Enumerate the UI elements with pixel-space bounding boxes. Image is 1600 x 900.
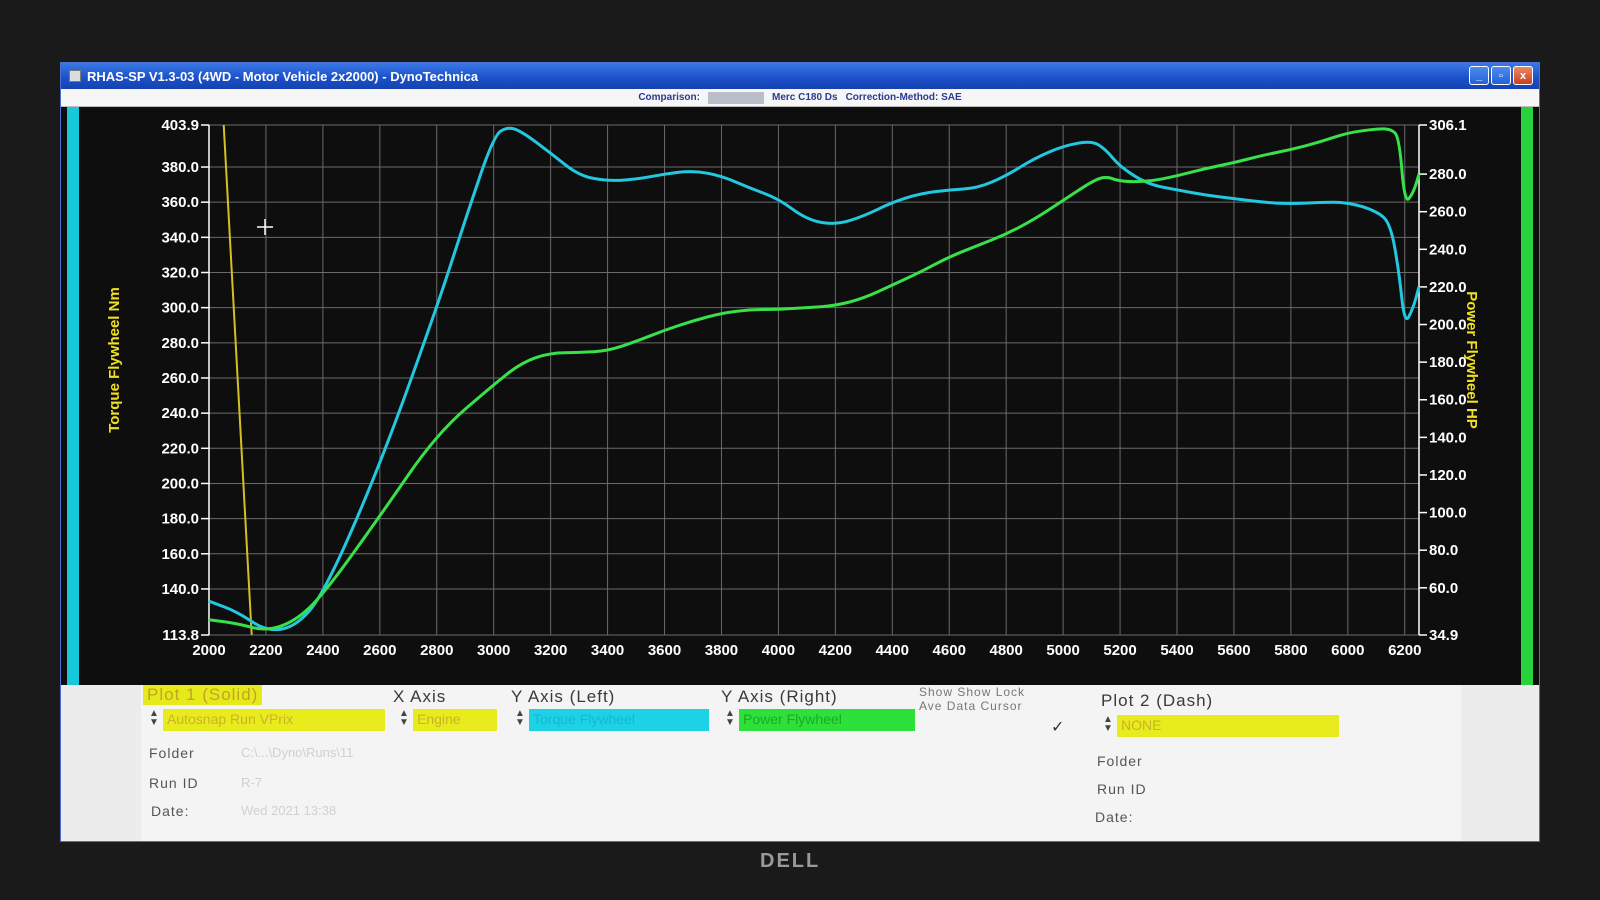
y-right-tick-label: 80.0 [1429, 542, 1458, 559]
y-right-tick-label: 180.0 [1429, 354, 1467, 371]
x-tick-label: 4400 [876, 642, 909, 659]
x-tick-label: 2400 [306, 642, 339, 659]
y-left-tick-label: 140.0 [161, 581, 199, 598]
x-tick-label: 4000 [762, 642, 795, 659]
plot2-runid-label: Run ID [1097, 781, 1147, 797]
dyno-chart[interactable]: 2000 2200 2400 2600 2800 3000 3200 3400 3600 3800… [61, 107, 1539, 685]
y-right-tick-label: 160.0 [1429, 392, 1467, 409]
chart-svg[interactable]: 2000 2200 2400 2600 2800 3000 3200 3400 3600 3800… [61, 107, 1540, 685]
y-axis-right-spinner[interactable]: ▲ ▼ [725, 709, 735, 728]
x-tick-label: 4800 [989, 642, 1022, 659]
y-right-axis-label: Power Flywheel HP [1463, 291, 1480, 429]
plot1-runid-label: Run ID [149, 775, 199, 791]
y-axis-left-header: Y Axis (Left) [511, 687, 616, 706]
y-axis-left-spinner[interactable]: ▲ ▼ [515, 709, 525, 728]
y-left-tick-label: 360.0 [161, 194, 199, 211]
maximize-button[interactable]: ▫ [1491, 66, 1511, 85]
plot1-folder-value: C:\...\Dyno\Runs\11 [241, 745, 354, 760]
y-left-tick-label: 320.0 [161, 264, 199, 281]
x-tick-label: 3000 [477, 642, 510, 659]
plot2-folder-label: Folder [1097, 753, 1143, 769]
plot1-runid-value: R-7 [241, 775, 262, 790]
show-options-line1: Show Show Lock [919, 685, 1026, 699]
y-left-tick-label: 180.0 [161, 511, 199, 528]
y-left-tick-label: 260.0 [161, 370, 199, 387]
y-left-axis-label: Torque Flywheel Nm [106, 287, 123, 433]
plot1-header: Plot 1 (Solid) [143, 685, 263, 705]
x-tick-label: 5400 [1160, 642, 1193, 659]
plot1-folder-label: Folder [149, 745, 195, 761]
x-tick-label: 4600 [933, 642, 966, 659]
plot2-field[interactable]: NONE [1117, 715, 1339, 737]
app-icon [69, 70, 81, 82]
plot2-header: Plot 2 (Dash) [1101, 691, 1214, 710]
y-left-tick-label: 403.9 [161, 117, 199, 134]
dyno-window: RHAS-SP V1.3-03 (4WD - Motor Vehicle 2x2… [60, 62, 1540, 842]
plot1-source-field[interactable]: Autosnap Run VPrix [163, 709, 385, 731]
y-left-tick-label: 113.8 [162, 627, 199, 644]
y-left-tick-label: 300.0 [161, 300, 199, 317]
y-axis-right-header: Y Axis (Right) [721, 687, 838, 706]
close-button[interactable]: x [1513, 66, 1533, 85]
x-tick-label: 5600 [1217, 642, 1250, 659]
x-tick-label: 6200 [1388, 642, 1421, 659]
x-axis-header: X Axis [393, 687, 447, 706]
x-tick-label: 4200 [819, 642, 852, 659]
y-right-tick-label: 34.9 [1429, 627, 1458, 644]
y-right-tick-label: 100.0 [1429, 505, 1467, 522]
window-controls: _ ▫ x [1469, 66, 1533, 85]
plot1-date-value: Wed 2021 13:38 [241, 803, 337, 818]
x-tick-label: 3600 [648, 642, 681, 659]
window-title: RHAS-SP V1.3-03 (4WD - Motor Vehicle 2x2… [87, 68, 479, 84]
y-right-tick-label: 120.0 [1429, 467, 1467, 484]
data-cursor-checkbox[interactable]: ✓ [1051, 717, 1064, 737]
y-right-tick-label: 140.0 [1429, 429, 1467, 446]
x-tick-label: 5800 [1274, 642, 1307, 659]
x-axis-field[interactable]: Engine [413, 709, 497, 731]
comparison-vehicle: Merc C180 Ds [771, 92, 838, 103]
x-tick-label: 3800 [705, 642, 738, 659]
y-axis-right-field[interactable]: Power Flywheel [739, 709, 915, 731]
y-axis-left-field[interactable]: Torque Flywheel [529, 709, 709, 731]
y-left-tick-label: 240.0 [161, 405, 199, 422]
y-left-tick-label: 280.0 [161, 335, 199, 352]
comparison-label: Comparison: [638, 92, 700, 103]
y-right-tick-label: 280.0 [1429, 166, 1467, 183]
monitor-brand-logo: DELL [760, 850, 821, 872]
show-options-line2: Ave Data Cursor [919, 699, 1023, 713]
y-right-tick-label: 200.0 [1429, 317, 1467, 334]
series-line-torque-flywheel [208, 126, 1421, 632]
y-right-tick-label: 220.0 [1429, 279, 1467, 296]
y-right-tick-label: 240.0 [1429, 241, 1467, 258]
y-right-tick-label: 260.0 [1429, 204, 1467, 221]
plot-settings-panel: Plot 1 (Solid) ▲ ▼ Autosnap Run VPrix Fol… [141, 685, 1461, 841]
plot2-spinner[interactable]: ▲ ▼ [1103, 715, 1113, 734]
minimize-button[interactable]: _ [1469, 66, 1489, 85]
y-left-tick-label: 340.0 [161, 229, 199, 246]
x-tick-label: 2000 [192, 642, 225, 659]
x-tick-label: 3400 [591, 642, 624, 659]
y-right-tick-label: 306.1 [1429, 117, 1467, 134]
data-cursor-line [222, 124, 253, 636]
x-tick-label: 2200 [249, 642, 282, 659]
y-left-tick-label: 220.0 [161, 440, 199, 457]
plot2-date-label: Date: [1095, 809, 1134, 825]
x-tick-label: 2800 [420, 642, 453, 659]
y-right-tick-label: 60.0 [1429, 580, 1458, 597]
plot1-date-label: Date: [151, 803, 190, 819]
x-tick-label: 6000 [1331, 642, 1364, 659]
y-left-tick-label: 200.0 [161, 475, 199, 492]
title-bar[interactable]: RHAS-SP V1.3-03 (4WD - Motor Vehicle 2x2… [61, 63, 1539, 89]
comparison-bar: Comparison: Merc C180 Ds Correction-Meth… [61, 89, 1539, 107]
correction-method: Correction-Method: SAE [845, 92, 962, 103]
x-tick-label: 5000 [1046, 642, 1079, 659]
plot1-spinner[interactable]: ▲ ▼ [149, 709, 159, 728]
y-left-tick-label: 380.0 [161, 159, 199, 176]
comparison-swatch [707, 91, 764, 104]
x-axis-spinner[interactable]: ▲ ▼ [399, 709, 409, 728]
x-tick-label: 3200 [534, 642, 567, 659]
x-tick-label: 2600 [363, 642, 396, 659]
x-tick-label: 5200 [1103, 642, 1136, 659]
y-left-tick-label: 160.0 [161, 546, 199, 563]
